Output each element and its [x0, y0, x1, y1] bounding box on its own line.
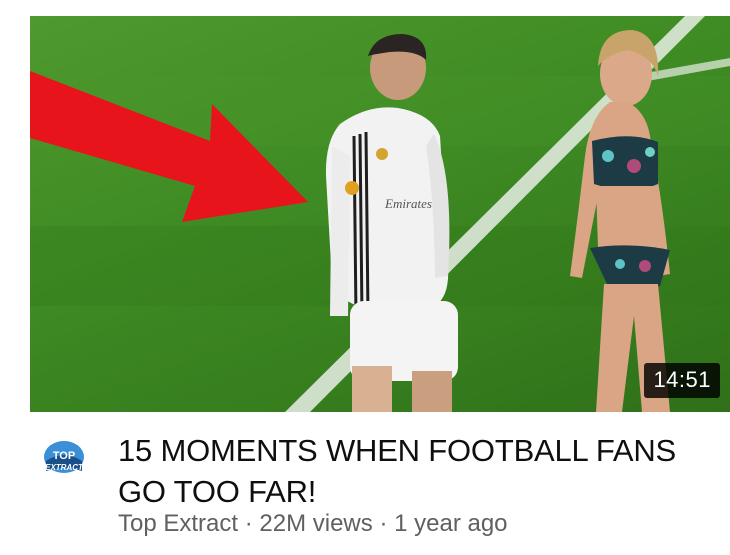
- video-title[interactable]: 15 MOMENTS WHEN FOOTBALL FANS GO TOO FAR…: [118, 430, 718, 512]
- channel-logo-text-top: TOP: [53, 450, 75, 462]
- duration-badge: 14:51: [644, 363, 720, 398]
- channel-name[interactable]: Top Extract: [118, 510, 238, 537]
- jersey-sponsor: Emirates: [384, 196, 432, 211]
- channel-avatar[interactable]: TOP EXTRACT: [38, 435, 90, 487]
- video-subline: Top Extract · 22M views · 1 year ago: [118, 510, 508, 538]
- upload-age: 1 year ago: [394, 510, 508, 537]
- channel-logo-icon: TOP EXTRACT: [38, 435, 90, 487]
- video-thumbnail[interactable]: Emirates 14:51: [30, 16, 730, 412]
- separator-1: ·: [244, 510, 253, 537]
- separator-2: ·: [379, 510, 388, 537]
- video-meta-row: TOP EXTRACT 15 MOMENTS WHEN FOOTBALL FAN…: [0, 412, 730, 555]
- view-count: 22M views: [259, 510, 373, 537]
- thumbnail-image: Emirates: [30, 16, 730, 412]
- channel-logo-text-bottom: EXTRACT: [45, 463, 84, 472]
